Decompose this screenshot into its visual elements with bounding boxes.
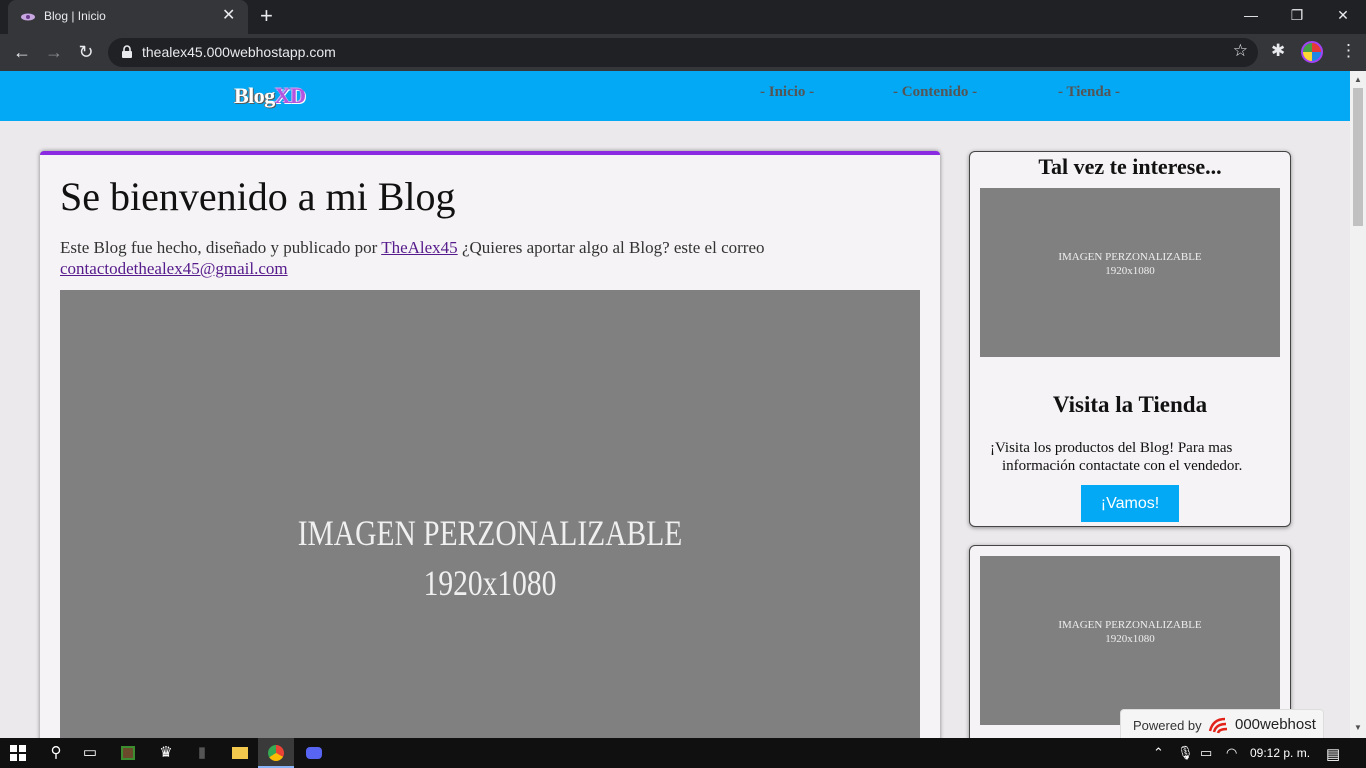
intro-paragraph: Este Blog fue hecho, diseñado y publicad… [60, 237, 930, 279]
browser-toolbar: ← → ↻ thealex45.000webhostapp.com ☆ ✱ ⋮ [0, 34, 1366, 71]
new-tab-button[interactable]: + [260, 5, 273, 27]
sidebar-image2-caption: IMAGEN PERZONALIZABLE 1920x1080 [980, 618, 1280, 646]
sidebar-title: Tal vez te interese... [1038, 154, 1222, 179]
email-link[interactable]: contactodethealex45@gmail.com [60, 259, 288, 278]
browser-tab[interactable]: Blog | Inicio ✕ [8, 0, 248, 34]
chrome-taskbar-icon[interactable] [258, 738, 294, 768]
tab-title: Blog | Inicio [44, 9, 106, 23]
task-view-icon[interactable]: ▭ [72, 738, 108, 768]
shop-text-line1: ¡Visita los productos del Blog! Para mas [990, 440, 1233, 456]
author-link[interactable]: TheAlex45 [381, 238, 457, 257]
app-icon-dim[interactable]: ▮ [184, 738, 220, 768]
site-logo[interactable]: BlogXD [234, 83, 306, 109]
nav-link-tienda[interactable]: - Tienda - [1058, 84, 1120, 101]
lock-icon[interactable] [120, 45, 134, 59]
shop-description: ¡Visita los productos del Blog! Para mas… [990, 439, 1275, 475]
system-clock[interactable]: 09:12 p. m. [1250, 746, 1310, 760]
back-button[interactable]: ← [10, 41, 34, 65]
notifications-icon[interactable]: ▤ [1326, 745, 1340, 763]
hero-image-caption-1: IMAGEN PERZONALIZABLE [297, 513, 683, 553]
restore-button[interactable]: ❐ [1274, 4, 1320, 30]
extensions-icon[interactable]: ✱ [1271, 41, 1285, 61]
site-header: BlogXD - Inicio - - Contenido - - Tienda… [0, 71, 1350, 121]
main-article-card: Se bienvenido a mi Blog Este Blog fue he… [40, 151, 940, 738]
nav-link-contenido[interactable]: - Contenido - [893, 84, 977, 101]
vamos-button[interactable]: ¡Vamos! [1081, 485, 1179, 522]
address-bar[interactable]: thealex45.000webhostapp.com ☆ [108, 38, 1258, 67]
bookmark-star-icon[interactable]: ☆ [1233, 41, 1248, 61]
file-explorer-icon[interactable] [222, 738, 258, 768]
windows-taskbar: ⚲ ▭ ♛ ▮ ⌃ 🎙 ▭ ◠ 09:12 p. m. ▤ [0, 738, 1366, 768]
app-icon[interactable]: ♛ [148, 738, 184, 768]
hero-image-caption-2: 1920x1080 [423, 563, 557, 603]
intro-text-2: ¿Quieres aportar algo al Blog? este el c… [457, 238, 765, 257]
powered-by-brand: 000webhost [1235, 716, 1316, 733]
microphone-icon[interactable]: 🎙 [1177, 745, 1194, 761]
sidebar-image-placeholder-2: IMAGEN PERZONALIZABLE 1920x1080 [980, 556, 1280, 725]
minimize-button[interactable]: — [1228, 4, 1274, 30]
webhost-logo-icon [1208, 717, 1228, 734]
forward-button[interactable]: → [42, 41, 66, 65]
scroll-down-arrow-icon[interactable]: ▼ [1354, 723, 1362, 732]
logo-text-blog: Blog [234, 83, 275, 108]
shop-title: Visita la Tienda [1052, 392, 1208, 417]
tab-close-icon[interactable]: ✕ [222, 8, 235, 24]
minecraft-app-icon[interactable] [110, 738, 146, 768]
search-icon[interactable]: ⚲ [38, 738, 74, 768]
page-viewport: BlogXD - Inicio - - Contenido - - Tienda… [0, 71, 1366, 738]
browser-menu-icon[interactable]: ⋮ [1340, 41, 1357, 61]
reload-button[interactable]: ↻ [74, 41, 98, 65]
eye-favicon-icon [21, 13, 35, 21]
nav-link-inicio[interactable]: - Inicio - [760, 84, 814, 101]
shop-text-line2: información contactate con el vendedor. [1002, 458, 1243, 474]
discord-icon[interactable] [296, 738, 332, 768]
hero-image-placeholder: IMAGEN PERZONALIZABLE 1920x1080 [60, 290, 920, 738]
sidebar-card-recommended: Tal vez te interese... IMAGEN PERZONALIZ… [969, 151, 1291, 527]
logo-text-xd: XD [274, 83, 306, 108]
sidebar-image2-caption-2: 1920x1080 [1105, 633, 1155, 645]
sidebar-image-caption-1: IMAGEN PERZONALIZABLE [1058, 251, 1202, 263]
scroll-thumb[interactable] [1353, 88, 1363, 226]
sidebar-image2-caption-1: IMAGEN PERZONALIZABLE [1058, 619, 1202, 631]
sidebar-image-caption: IMAGEN PERZONALIZABLE 1920x1080 [980, 250, 1280, 278]
profile-avatar[interactable] [1301, 41, 1323, 63]
sidebar-image-caption-2: 1920x1080 [1105, 265, 1155, 277]
windows-start-icon[interactable] [0, 738, 36, 768]
powered-by-label: Powered by [1133, 718, 1202, 733]
intro-text-1: Este Blog fue hecho, diseñado y publicad… [60, 238, 382, 257]
vertical-scrollbar[interactable]: ▲ ▼ [1350, 71, 1366, 738]
scroll-up-arrow-icon[interactable]: ▲ [1354, 75, 1362, 84]
battery-icon[interactable]: ▭ [1200, 745, 1212, 761]
tray-chevron-icon[interactable]: ⌃ [1153, 745, 1164, 761]
powered-by-badge[interactable]: Powered by 000webhost [1120, 709, 1324, 738]
sidebar-image-placeholder: IMAGEN PERZONALIZABLE 1920x1080 [980, 188, 1280, 357]
close-window-button[interactable]: ✕ [1320, 4, 1366, 30]
page-title: Se bienvenido a mi Blog [60, 174, 456, 219]
tab-strip: Blog | Inicio ✕ + — ❐ ✕ [0, 0, 1366, 34]
url-text[interactable]: thealex45.000webhostapp.com [142, 44, 336, 60]
wifi-icon[interactable]: ◠ [1226, 745, 1237, 761]
